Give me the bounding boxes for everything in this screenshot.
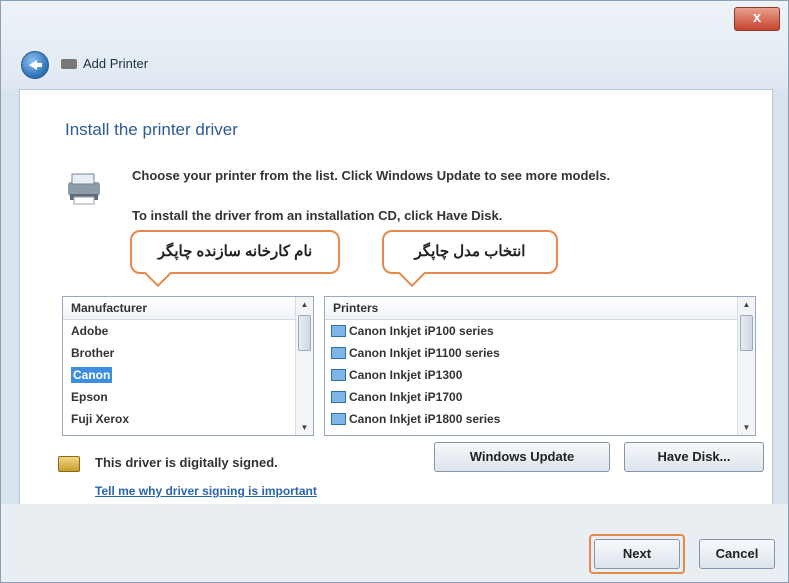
page-heading: Install the printer driver xyxy=(65,120,238,139)
model-callout-text: انتخاب مدل چاپگر xyxy=(414,243,526,260)
printer-list-scrollbar[interactable]: ▲ ▼ xyxy=(737,297,755,435)
list-item[interactable]: Canon Inkjet iP1700 xyxy=(325,386,755,408)
printer-model-list[interactable]: Printers Canon Inkjet iP100 series Canon… xyxy=(324,296,756,436)
list-item[interactable]: Canon Inkjet iP1100 series xyxy=(325,342,755,364)
scroll-down-arrow-icon[interactable]: ▼ xyxy=(296,420,313,435)
manufacturer-list[interactable]: Manufacturer Adobe Brother Canon Epson F… xyxy=(62,296,314,436)
manufacturer-list-header: Manufacturer xyxy=(63,297,313,320)
driver-signing-link[interactable]: Tell me why driver signing is important xyxy=(95,484,317,498)
instruction-text: Choose your printer from the list. Click… xyxy=(132,168,611,183)
scroll-up-arrow-icon[interactable]: ▲ xyxy=(296,297,313,312)
list-item[interactable]: Brother xyxy=(63,342,313,364)
list-item[interactable]: Adobe xyxy=(63,320,313,342)
cancel-button[interactable]: Cancel xyxy=(699,539,775,569)
printer-model-icon xyxy=(331,413,346,425)
printer-icon xyxy=(68,173,100,205)
have-disk-button[interactable]: Have Disk... xyxy=(624,442,764,472)
add-printer-window: x Add Printer Install the printer driver… xyxy=(0,0,789,583)
windows-update-button[interactable]: Windows Update xyxy=(434,442,610,472)
manufacturer-scrollbar[interactable]: ▲ ▼ xyxy=(295,297,313,435)
printer-model-icon xyxy=(331,325,346,337)
signed-driver-icon xyxy=(58,456,80,472)
next-highlight-outline xyxy=(589,534,685,574)
list-item[interactable]: Canon Inkjet iP1300 xyxy=(325,364,755,386)
have-disk-instruction: To install the driver from an installati… xyxy=(132,208,503,223)
scroll-down-arrow-icon[interactable]: ▼ xyxy=(738,420,755,435)
scroll-up-arrow-icon[interactable]: ▲ xyxy=(738,297,755,312)
close-icon: x xyxy=(752,9,762,26)
close-button[interactable]: x xyxy=(734,7,780,31)
list-item[interactable]: Epson xyxy=(63,386,313,408)
list-item[interactable]: Canon Inkjet iP1800 series xyxy=(325,408,755,430)
scroll-thumb[interactable] xyxy=(298,315,311,351)
scroll-thumb[interactable] xyxy=(740,315,753,351)
printer-list-header: Printers xyxy=(325,297,755,320)
printer-small-icon xyxy=(61,59,77,69)
list-item[interactable]: Canon Inkjet iP100 series xyxy=(325,320,755,342)
wizard-content: Install the printer driver Choose your p… xyxy=(19,89,773,506)
printer-model-icon xyxy=(331,391,346,403)
printer-model-icon xyxy=(331,369,346,381)
list-item[interactable]: Fuji Xerox xyxy=(63,408,313,430)
title-bar: x Add Printer xyxy=(1,1,788,89)
signing-status: This driver is digitally signed. xyxy=(95,455,278,470)
back-button[interactable] xyxy=(21,51,49,79)
list-item-selected[interactable]: Canon xyxy=(63,364,313,386)
printer-model-icon xyxy=(331,347,346,359)
window-title: Add Printer xyxy=(83,56,149,71)
manufacturer-callout-text: نام کارخانه سازنده چاپگر xyxy=(157,243,313,260)
